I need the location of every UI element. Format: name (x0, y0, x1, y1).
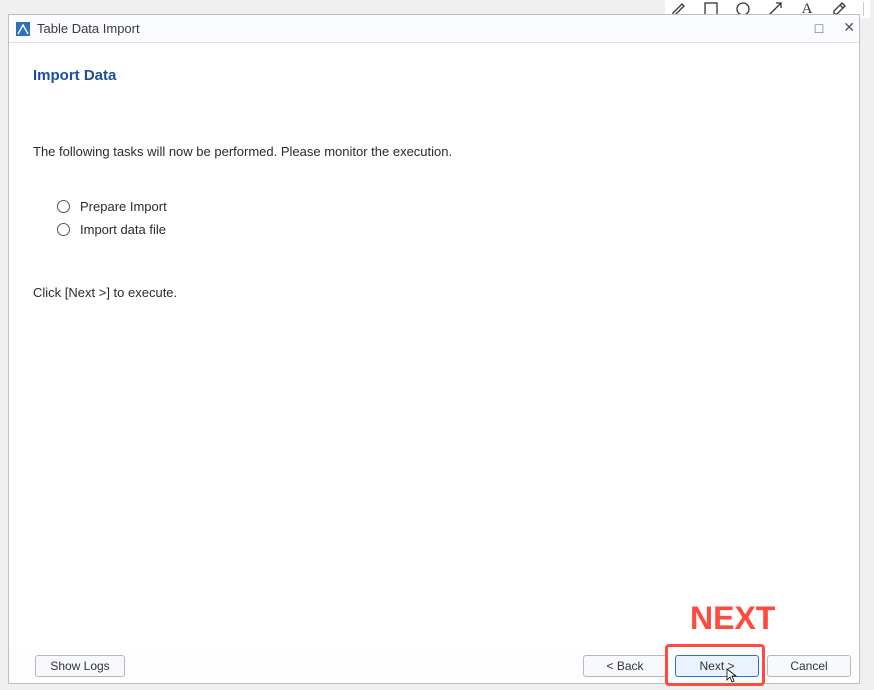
task-status-icon (57, 223, 70, 236)
wizard-content: Import Data The following tasks will now… (9, 43, 859, 683)
intro-text: The following tasks will now be performe… (33, 144, 835, 159)
task-row: Prepare Import (57, 199, 835, 214)
toolbar-separator (863, 2, 864, 16)
task-status-icon (57, 200, 70, 213)
show-logs-button[interactable]: Show Logs (35, 655, 125, 677)
next-button[interactable]: Next > (675, 655, 759, 677)
window-controls: □ ✕ (815, 19, 855, 36)
task-row: Import data file (57, 222, 835, 237)
window-title: Table Data Import (37, 21, 140, 36)
wizard-button-row: Show Logs < Back Next > Cancel (9, 649, 859, 683)
task-label: Import data file (80, 222, 166, 237)
page-heading: Import Data (33, 67, 835, 84)
maximize-button[interactable]: □ (815, 20, 823, 36)
execute-hint: Click [Next >] to execute. (33, 285, 835, 300)
app-icon (15, 21, 31, 37)
back-button[interactable]: < Back (583, 655, 667, 677)
task-list: Prepare Import Import data file (57, 199, 835, 237)
close-button[interactable]: ✕ (843, 19, 855, 36)
titlebar: Table Data Import □ ✕ (9, 15, 859, 43)
task-label: Prepare Import (80, 199, 167, 214)
wizard-window: Table Data Import □ ✕ Import Data The fo… (8, 14, 860, 684)
cancel-button[interactable]: Cancel (767, 655, 851, 677)
